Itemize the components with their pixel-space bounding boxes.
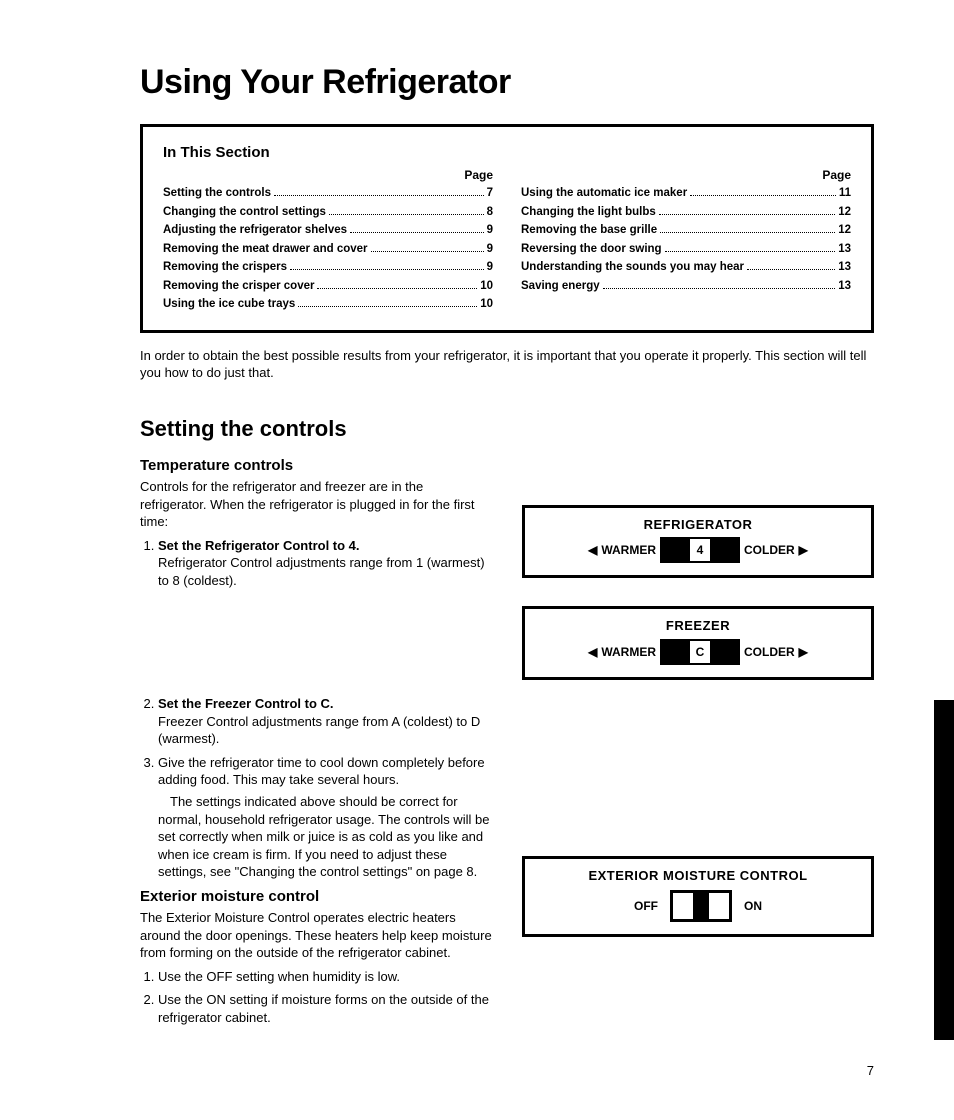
toc-col-left: Page Setting the controls7 Changing the … [163,167,493,316]
toc-row: Setting the controls7 [163,186,493,202]
body-left-column: Temperature controls Controls for the re… [140,450,492,1033]
page-title: Using Your Refrigerator [140,60,874,106]
toc-row: Removing the meat drawer and cover9 [163,242,493,258]
freezer-slider[interactable]: C [660,639,740,665]
moisture-toggle[interactable] [670,890,732,922]
fridge-warmer-label: WARMER [597,542,660,558]
toc-row: Changing the light bulbs12 [521,205,851,221]
moist-step-1: Use the OFF setting when humidity is low… [158,968,492,986]
body-right-column: REFRIGERATOR ◀ WARMER 4 COLDER ▶ FREEZER… [522,450,874,1033]
toc-row: Reversing the door swing13 [521,242,851,258]
fridge-colder-label: COLDER [740,542,799,558]
toc-col-right: Page Using the automatic ice maker11 Cha… [521,167,851,316]
toc-row: Using the ice cube trays10 [163,297,493,313]
arrow-left-icon: ◀ [588,644,597,660]
toc-row: Understanding the sounds you may hear13 [521,260,851,276]
toc-row: Saving energy13 [521,279,851,295]
fridge-value: 4 [688,539,712,561]
step-2-body: Freezer Control adjustments range from A… [158,714,480,747]
toc-box: In This Section Page Setting the control… [140,124,874,333]
page-number: 7 [140,1062,874,1080]
fridge-title: REFRIGERATOR [537,516,859,534]
fridge-slider[interactable]: 4 [660,537,740,563]
sub1-heading: Temperature controls [140,456,492,476]
arrow-right-icon: ▶ [799,542,808,558]
toc-row: Removing the crisper cover10 [163,279,493,295]
toc-row: Removing the base grille12 [521,223,851,239]
step-1: Set the Refrigerator Control to 4. Refri… [158,537,492,690]
section-heading: Setting the controls [140,414,874,444]
step-2: Set the Freezer Control to C. Freezer Co… [158,695,492,748]
step-1-title: Set the Refrigerator Control to 4. [158,538,360,553]
moist-step-2: Use the ON setting if moisture forms on … [158,991,492,1026]
note-text: The settings indicated above should be c… [158,793,492,881]
freezer-control-panel: FREEZER ◀ WARMER C COLDER ▶ [522,606,874,680]
freezer-value: C [688,641,712,663]
intro-text: In order to obtain the best possible res… [140,347,874,382]
step-3: Give the refrigerator time to cool down … [158,754,492,881]
toc-page-label: Page [163,167,493,183]
step-3-body: Give the refrigerator time to cool down … [158,755,485,788]
sub1-lead: Controls for the refrigerator and freeze… [140,478,492,531]
toc-row: Using the automatic ice maker11 [521,186,851,202]
freezer-title: FREEZER [537,617,859,635]
moisture-off-label: OFF [628,898,664,914]
refrigerator-control-panel: REFRIGERATOR ◀ WARMER 4 COLDER ▶ [522,505,874,579]
arrow-right-icon: ▶ [799,644,808,660]
toc-row: Removing the crispers9 [163,260,493,276]
freezer-colder-label: COLDER [740,644,799,660]
moisture-on-label: ON [738,898,768,914]
step-1-body: Refrigerator Control adjustments range f… [158,555,485,588]
sub2-lead: The Exterior Moisture Control operates e… [140,909,492,962]
moisture-control-panel: EXTERIOR MOISTURE CONTROL OFF ON [522,856,874,938]
arrow-left-icon: ◀ [588,542,597,558]
sub2-heading: Exterior moisture control [140,887,492,907]
scan-edge [934,700,954,1040]
freezer-warmer-label: WARMER [597,644,660,660]
toc-heading: In This Section [163,143,493,163]
toc-page-label: Page [521,167,851,183]
moisture-title: EXTERIOR MOISTURE CONTROL [537,867,859,885]
toc-row: Adjusting the refrigerator shelves9 [163,223,493,239]
step-2-title: Set the Freezer Control to C. [158,696,334,711]
toc-row: Changing the control settings8 [163,205,493,221]
